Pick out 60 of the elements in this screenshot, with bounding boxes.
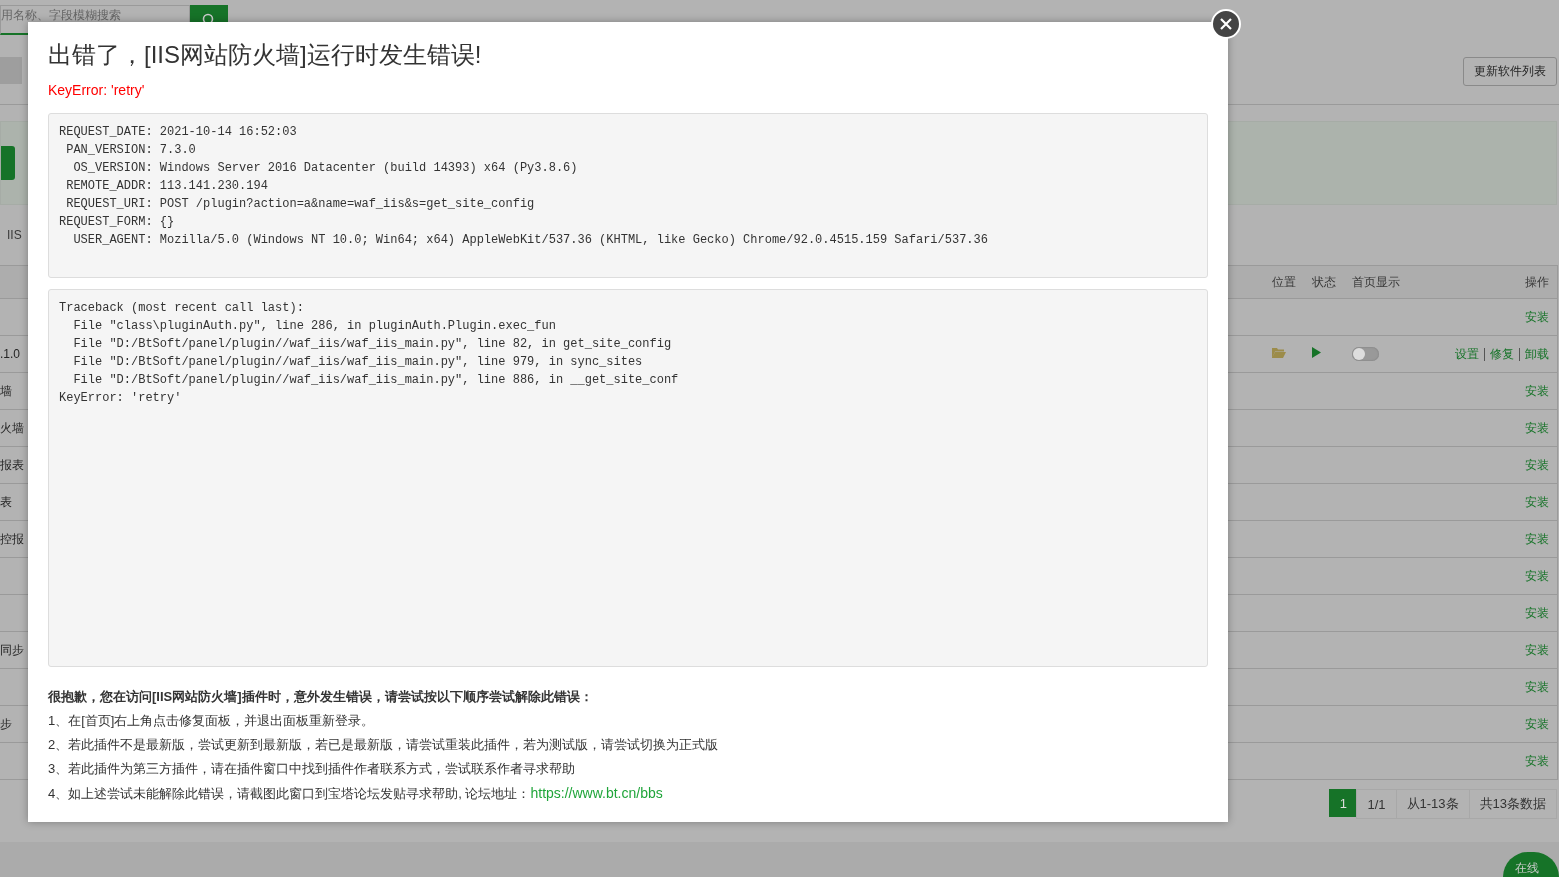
code-line: REQUEST_URI: POST /plugin?action=a&name=waf_iis&s=get_site_config [65,196,535,213]
install-link[interactable]: 安装 [1525,530,1549,548]
forum-link[interactable]: https://www.bt.cn/bbs [530,785,663,801]
column-header: 位置 [1272,273,1297,291]
code-line: REMOTE_ADDR: 113.141.230.194 [65,178,268,195]
install-link[interactable]: 安装 [1525,604,1549,622]
help-item: 2、若此插件不是最新版，尝试更新到最新版，若已是最新版，请尝试重装此插件，若为测试版，请尝试切换为正式版 [48,736,719,754]
code-line: File "D:/BtSoft/panel/plugin//waf_iis/waf_iis_main.py", line 82, in get_site_config [72,336,672,353]
play-icon[interactable] [1312,347,1321,358]
action-link[interactable]: 修复 [1490,345,1514,363]
help-item: 4、如上述尝试未能解除此错误，请截图此窗口到宝塔论坛发贴寻求帮助, 论坛地址：https://www.bt.cn/bbs [48,784,663,803]
code-line: REQUEST_FORM: {} [59,214,175,231]
table-cell: 墙 [0,382,12,400]
code-line: USER_AGENT: Mozilla/5.0 (Windows NT 10.0; Win64; x64) AppleWebKit/537.36 (KHTML, like Gecko) Chrome/92.0.4515.159 Safari/537.36 [72,232,988,249]
table-cell: .1.0 [0,347,20,361]
install-link[interactable]: 安装 [1525,678,1549,696]
code-line: File "D:/BtSoft/panel/plugin//waf_iis/waf_iis_main.py", line 886, in __get_site_conf [72,372,679,389]
install-link[interactable]: 安装 [1525,419,1549,437]
column-header: 操作 [1525,273,1550,291]
table-cell: 步 [0,715,12,733]
action-link[interactable]: 卸载 [1525,345,1549,363]
install-link[interactable]: 安装 [1525,493,1549,511]
install-link[interactable]: 安装 [1525,752,1549,770]
install-link[interactable]: 安装 [1525,382,1549,400]
help-item: 1、在[首页]右上角点击修复面板，并退出面板重新登录。 [48,712,375,730]
column-header: 状态 [1312,273,1337,291]
install-link[interactable]: 安装 [1525,641,1549,659]
table-cell: 报表 [0,456,24,474]
close-icon [1220,18,1232,30]
page-info: 1/1 [1356,789,1397,819]
code-line: KeyError: 'retry' [59,390,182,407]
install-link[interactable]: 安装 [1525,715,1549,733]
divider [1519,347,1520,361]
install-link[interactable]: 安装 [1525,567,1549,585]
dialog-title: 出错了，[IIS网站防火墙]运行时发生错误! [48,40,483,70]
error-message: KeyError: 'retry' [48,81,146,100]
divider [1484,347,1485,361]
table-cell: 火墙 [0,419,24,437]
column-header: 首页显示 [1352,273,1401,291]
install-link[interactable]: 安装 [1525,456,1549,474]
record-range: 从1-13条 [1395,789,1470,819]
category-tab[interactable]: IIS [0,228,22,242]
page-button[interactable]: 1 [1329,789,1358,817]
table-cell: 表 [0,493,12,511]
toggle-switch[interactable] [1352,347,1379,361]
code-line: OS_VERSION: Windows Server 2016 Datacenter (build 14393) x64 (Py3.8.6) [72,160,578,177]
help-heading: 很抱歉，您在访问[IIS网站防火墙]插件时，意外发生错误，请尝试按以下顺序尝试解除此错误： [48,688,593,706]
code-line: PAN_VERSION: 7.3.0 [65,142,196,159]
folder-icon[interactable] [1272,347,1286,358]
code-line: File "D:/BtSoft/panel/plugin//waf_iis/waf_iis_main.py", line 979, in sync_sites [72,354,643,371]
table-cell: 控报 [0,530,24,548]
code-line: REQUEST_DATE: 2021-10-14 16:52:03 [59,124,297,141]
code-line: Traceback (most recent call last): [59,300,304,317]
table-cell: 同步 [0,641,24,659]
action-link[interactable]: 设置 [1455,345,1479,363]
update-list-button[interactable]: 更新软件列表 [1463,57,1557,86]
install-link[interactable]: 安装 [1525,308,1549,326]
record-total: 共13条数据 [1468,789,1557,819]
code-line: File "class\pluginAuth.py", line 286, in pluginAuth.Plugin.exec_fun [72,318,556,335]
help-item: 3、若此插件为第三方插件，请在插件窗口中找到插件作者联系方式，尝试联系作者寻求帮助 [48,760,576,778]
